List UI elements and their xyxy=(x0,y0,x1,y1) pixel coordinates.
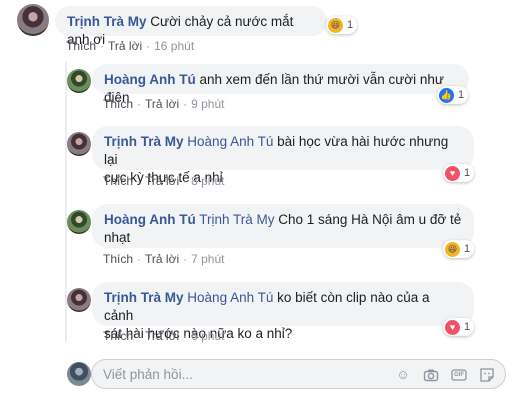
timestamp[interactable]: 7 phút xyxy=(191,252,224,266)
current-user-avatar[interactable] xyxy=(67,362,91,386)
avatar[interactable] xyxy=(17,4,49,36)
reaction-summary[interactable]: 😆 1 xyxy=(443,240,475,258)
haha-icon: 😆 xyxy=(445,241,460,257)
comment-author[interactable]: Trịnh Trà My xyxy=(104,290,184,305)
comment-bubble: Trịnh Trà My Cười chảy cả nước mắt anh ơ… xyxy=(55,6,327,47)
gif-icon[interactable]: GIF xyxy=(451,367,467,383)
mention-tag[interactable]: Trịnh Trà My xyxy=(199,212,274,227)
reaction-count: 1 xyxy=(464,167,471,179)
comment-author[interactable]: Hoàng Anh Tú xyxy=(104,212,196,227)
comment-actions: Thích · Trả lời · 8 phút xyxy=(103,174,225,188)
like-link[interactable]: Thích xyxy=(103,329,133,343)
emoji-icon[interactable]: ☺ xyxy=(395,367,411,383)
timestamp[interactable]: 8 phút xyxy=(191,174,224,188)
reply-link[interactable]: Trả lời xyxy=(145,252,179,266)
avatar[interactable] xyxy=(67,69,91,93)
comment-text-line2: nhạt xyxy=(104,230,131,245)
avatar[interactable] xyxy=(67,288,91,312)
reaction-count: 1 xyxy=(464,243,471,255)
comment-bubble: Hoàng Anh Tú anh xem đến lần thứ mười vẫ… xyxy=(92,64,469,105)
timestamp[interactable]: 6 phút xyxy=(191,329,224,343)
like-link[interactable]: Thích xyxy=(103,252,133,266)
comment-bubble: Trịnh Trà My Hoàng Anh Tú bài học vừa hà… xyxy=(92,126,474,185)
reaction-summary[interactable]: ♥ 1 xyxy=(443,164,475,182)
reaction-count: 1 xyxy=(464,321,471,333)
mention-tag[interactable]: Hoàng Anh Tú xyxy=(187,290,273,305)
reaction-summary[interactable]: 😆 1 xyxy=(326,16,358,34)
reaction-summary[interactable]: ♥ 1 xyxy=(443,318,475,336)
reply-placeholder: Viết phản hồi... xyxy=(103,367,193,382)
comment-actions: Thích · Trả lời · 9 phút xyxy=(103,97,225,111)
love-icon: ♥ xyxy=(445,165,460,181)
love-icon: ♥ xyxy=(445,319,460,335)
reply-link[interactable]: Trả lời xyxy=(145,174,179,188)
comment-actions: Thích · Trả lời · 16 phút xyxy=(66,39,195,53)
like-link[interactable]: Thích xyxy=(66,39,96,53)
comment-author[interactable]: Trịnh Trà My xyxy=(104,134,184,149)
gif-label: GIF xyxy=(454,372,464,378)
sticker-icon[interactable] xyxy=(479,367,495,383)
reaction-count: 1 xyxy=(347,19,354,31)
like-icon: 👍 xyxy=(439,87,454,103)
avatar[interactable] xyxy=(67,132,91,156)
like-link[interactable]: Thích xyxy=(103,97,133,111)
reaction-summary[interactable]: 👍 1 xyxy=(437,86,469,104)
reply-link[interactable]: Trả lời xyxy=(145,329,179,343)
mention-tag[interactable]: Hoàng Anh Tú xyxy=(187,134,273,149)
reply-input[interactable]: Viết phản hồi... ☺ GIF xyxy=(91,359,506,389)
comment-bubble: Trịnh Trà My Hoàng Anh Tú ko biết còn cl… xyxy=(92,282,474,341)
comment-bubble: Hoàng Anh Tú Trịnh Trà My Cho 1 sáng Hà … xyxy=(92,204,474,248)
like-link[interactable]: Thích xyxy=(103,174,133,188)
reply-link[interactable]: Trả lời xyxy=(145,97,179,111)
haha-icon: 😆 xyxy=(328,17,343,33)
reaction-count: 1 xyxy=(458,89,465,101)
comment-actions: Thích · Trả lời · 6 phút xyxy=(103,329,225,343)
reply-link[interactable]: Trả lời xyxy=(108,39,142,53)
comment-author[interactable]: Hoàng Anh Tú xyxy=(104,72,196,87)
camera-icon[interactable] xyxy=(423,367,439,383)
comment-actions: Thích · Trả lời · 7 phút xyxy=(103,252,225,266)
comment-text: Cho 1 sáng Hà Nội âm u đỡ tẻ xyxy=(278,212,462,227)
timestamp[interactable]: 16 phút xyxy=(154,39,194,53)
timestamp[interactable]: 9 phút xyxy=(191,97,224,111)
avatar[interactable] xyxy=(67,210,91,234)
comment-author[interactable]: Trịnh Trà My xyxy=(67,14,147,29)
